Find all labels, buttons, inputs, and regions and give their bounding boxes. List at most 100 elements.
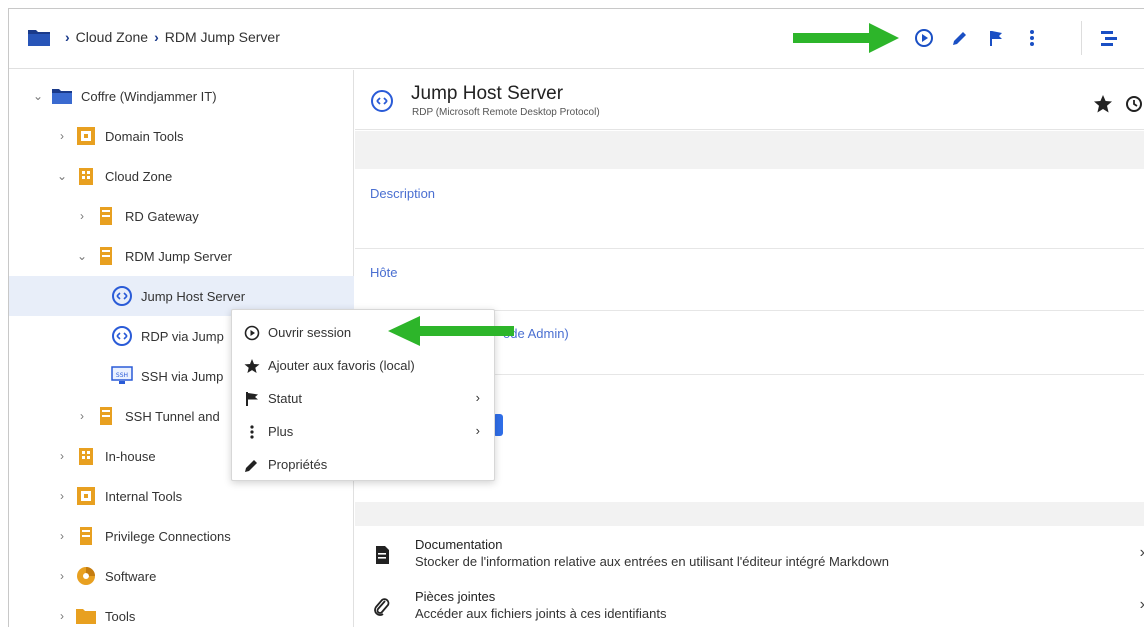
tree-item-label: Coffre (Windjammer IT)	[81, 88, 217, 104]
building-icon	[75, 445, 97, 467]
menu-item-label: Plus	[268, 424, 294, 439]
tree-item-label: RDP via Jump	[141, 328, 224, 344]
chevron-down-icon: ⌄	[76, 249, 88, 263]
tree-item-cloud-zone[interactable]: ⌄ Cloud Zone	[9, 156, 354, 196]
pencil-icon	[242, 456, 262, 474]
rdp-icon	[371, 90, 393, 112]
tree-item-privilege-connections[interactable]: › Privilege Connections	[9, 516, 354, 556]
green-arrow-icon	[388, 316, 514, 346]
tree-item-label: SSH via Jump	[141, 368, 224, 384]
tree-item-label: Internal Tools	[105, 488, 183, 504]
chevron-right-icon: ›	[80, 209, 84, 223]
star-icon[interactable]	[1093, 94, 1113, 114]
tree-item-label: RDM Jump Server	[125, 248, 232, 264]
domain-tools-icon	[75, 485, 97, 507]
play-circle-icon	[915, 29, 933, 47]
flag-icon	[990, 31, 1002, 46]
tree-item-internal-tools[interactable]: › Internal Tools	[9, 476, 354, 516]
server-icon	[95, 245, 117, 267]
top-bar: › Cloud Zone › RDM Jump Server	[9, 9, 1144, 69]
breadcrumb-item-rdm-jump-server[interactable]: RDM Jump Server	[165, 29, 280, 45]
pencil-icon	[953, 32, 966, 45]
section-band	[355, 502, 1144, 526]
ssh-icon: SSH	[111, 365, 133, 387]
tree-item-domain-tools[interactable]: › Domain Tools	[9, 116, 354, 156]
history-icon[interactable]	[1123, 94, 1143, 114]
tree-item-label: SSH Tunnel and	[125, 408, 220, 424]
app-window: › Cloud Zone › RDM Jump Server ⌄ Coffre …	[8, 8, 1144, 627]
chevron-right-icon: ›	[60, 529, 64, 543]
chevron-down-icon: ⌄	[56, 169, 68, 183]
entry-toolbar	[909, 23, 1047, 53]
tree-item-label: Software	[105, 568, 157, 584]
tree-item-rd-gateway[interactable]: › RD Gateway	[9, 196, 354, 236]
chevron-right-icon: ›	[60, 449, 64, 463]
host-label: Hôte	[370, 265, 398, 280]
chevron-right-icon: ›	[475, 423, 480, 438]
edit-button[interactable]	[945, 23, 975, 53]
more-vertical-icon	[242, 423, 262, 441]
documentation-title: Documentation	[415, 537, 503, 552]
star-icon	[242, 357, 262, 375]
menu-item-label: Ouvrir session	[268, 325, 352, 340]
chevron-right-icon: ›	[60, 609, 64, 623]
status-button[interactable]	[981, 23, 1011, 53]
server-icon	[95, 405, 117, 427]
tree-toggle-icon	[1101, 31, 1117, 46]
server-icon	[95, 205, 117, 227]
svg-text:SSH: SSH	[116, 372, 128, 379]
menu-item-label: Statut	[268, 391, 302, 406]
more-button[interactable]	[1017, 23, 1047, 53]
open-session-button[interactable]	[909, 23, 939, 53]
menu-item-status[interactable]: Statut ›	[232, 382, 496, 415]
entry-header: Jump Host Server RDP (Microsoft Remote D…	[355, 70, 1144, 130]
menu-item-more[interactable]: Plus ›	[232, 415, 496, 448]
documentation-item[interactable]: Documentation Stocker de l'information r…	[355, 534, 1144, 574]
tree-item-label: Domain Tools	[105, 128, 184, 144]
vault-folder-icon	[51, 85, 73, 107]
server-icon	[75, 525, 97, 547]
breadcrumb-item-cloud-zone[interactable]: Cloud Zone	[76, 29, 148, 45]
chevron-right-icon: ›	[154, 29, 159, 45]
menu-item-label: Propriétés	[268, 457, 328, 472]
tree-item-tools[interactable]: › Tools	[9, 596, 354, 627]
flag-icon	[242, 390, 262, 408]
vault-folder-icon	[28, 30, 50, 46]
toolbar-divider	[1081, 21, 1082, 55]
software-disc-icon	[75, 565, 97, 587]
attachments-item[interactable]: Pièces jointes Accéder aux fichiers join…	[355, 586, 1144, 626]
description-label: Description	[370, 186, 436, 201]
chevron-down-icon: ⌄	[32, 89, 44, 103]
menu-item-properties[interactable]: Propriétés	[232, 448, 496, 481]
document-icon	[376, 546, 389, 564]
breadcrumb: › Cloud Zone › RDM Jump Server	[65, 29, 280, 45]
chevron-right-icon: ›	[60, 569, 64, 583]
tree-item-rdm-jump-server[interactable]: ⌄ RDM Jump Server	[9, 236, 354, 276]
chevron-right-icon: ›	[80, 409, 84, 423]
more-vertical-icon	[1030, 30, 1034, 46]
chevron-right-icon: ›	[60, 129, 64, 143]
tree-item-label: Cloud Zone	[105, 168, 173, 184]
documentation-description: Stocker de l'information relative aux en…	[415, 554, 889, 569]
tree-item-label: In-house	[105, 448, 156, 464]
green-arrow-icon	[793, 23, 899, 53]
chevron-right-icon: ›	[65, 29, 70, 45]
chevron-right-icon: ›	[475, 390, 480, 405]
building-icon	[75, 165, 97, 187]
tree-item-software[interactable]: › Software	[9, 556, 354, 596]
tree-item-label: Privilege Connections	[105, 528, 231, 544]
rdp-icon	[111, 285, 133, 307]
menu-item-label: Ajouter aux favoris (local)	[268, 358, 415, 373]
attachments-description: Accéder aux fichiers joints à ces identi…	[415, 606, 667, 621]
chevron-right-icon: ›	[60, 489, 64, 503]
chevron-right-icon: ›	[1140, 544, 1144, 562]
description-field: Description	[355, 169, 1144, 249]
tree-root[interactable]: ⌄ Coffre (Windjammer IT)	[9, 76, 354, 116]
chevron-right-icon: ›	[1140, 596, 1144, 614]
tree-item-label: Tools	[105, 608, 136, 624]
menu-item-add-favorite[interactable]: Ajouter aux favoris (local)	[232, 349, 496, 382]
section-band	[355, 131, 1144, 169]
entry-subtitle: RDP (Microsoft Remote Desktop Protocol)	[412, 107, 600, 118]
tree-toggle-button[interactable]	[1094, 23, 1124, 53]
entry-title: Jump Host Server	[411, 83, 564, 104]
